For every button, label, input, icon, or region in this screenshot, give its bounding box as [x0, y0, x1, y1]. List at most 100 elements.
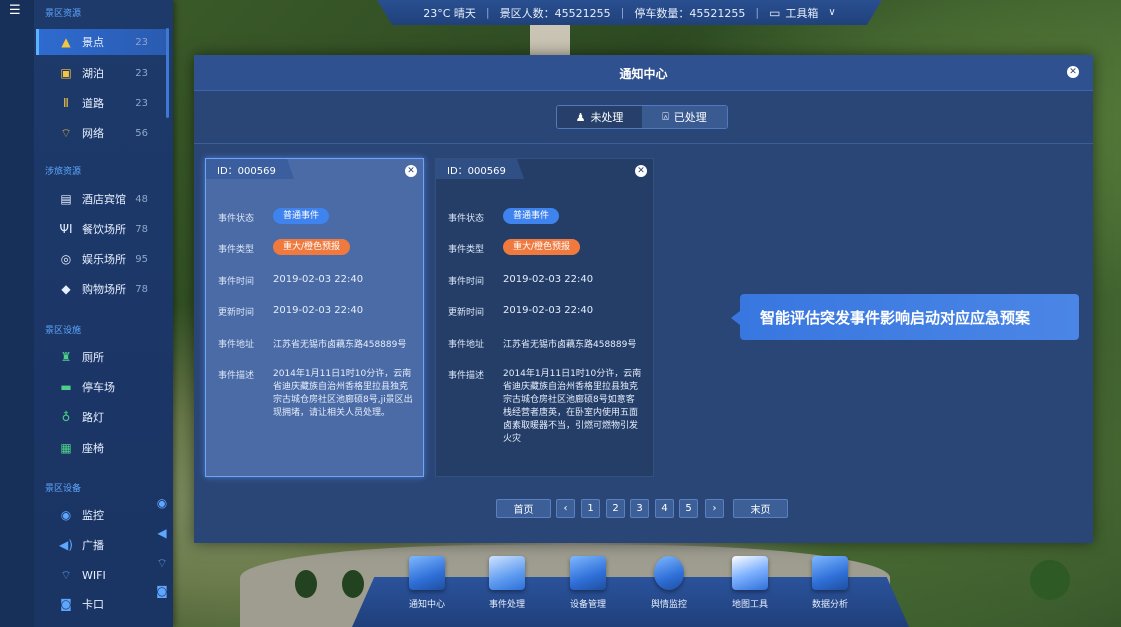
dock-item-event-handling[interactable]: 事件处理 — [477, 556, 537, 610]
separator: | — [485, 6, 490, 19]
wifi-tool-icon[interactable]: ⌔ — [153, 556, 171, 571]
toolbox-dropdown[interactable]: ▭ 工具箱 ∨ — [769, 5, 836, 21]
page-button[interactable]: 3 — [630, 499, 649, 518]
sidebar-item-count: 48 — [135, 193, 148, 205]
first-page-button[interactable]: 首页 — [496, 499, 551, 518]
map-tree — [295, 570, 317, 598]
sidebar-item-count: 23 — [135, 97, 148, 109]
data-analysis-icon — [812, 556, 848, 590]
wifi-icon: ⌔ — [60, 567, 72, 582]
sidebar-item-entertainment[interactable]: ◎ 娱乐场所 95 — [36, 246, 166, 272]
event-address: 江苏省无锡市卤藕东路458889号 — [503, 340, 637, 350]
sidebar-item-label: 监控 — [82, 509, 104, 522]
lake-icon: ▣ — [60, 66, 72, 80]
sidebar-item-label: 停车场 — [82, 381, 115, 394]
description-label: 事件描述 — [218, 371, 255, 381]
status-label: 事件状态 — [218, 214, 255, 224]
status-label: 事件状态 — [448, 214, 485, 224]
sidebar-item-count: 23 — [135, 36, 148, 48]
alarm-bell-icon: ♟ — [575, 110, 586, 124]
parking-icon: ▬ — [60, 380, 72, 394]
modal-title: 通知中心 — [619, 67, 668, 81]
map-tree — [1030, 560, 1070, 600]
event-description: 2014年1月11日1时10分许，云南省迪庆藏族自治州香格里拉县独克宗古城仓房社… — [503, 369, 642, 444]
page-button[interactable]: 5 — [679, 499, 698, 518]
road-icon: Ⅱ — [63, 96, 69, 110]
update-time: 2019-02-03 22:40 — [503, 305, 594, 316]
bench-icon: ▦ — [60, 441, 72, 455]
event-card[interactable]: ID：000569 ✕ 事件状态 普通事件 事件类型 重大/橙色预报 事件时间 201… — [205, 158, 424, 477]
section-title-devices: 景区设备 — [45, 484, 82, 494]
sidebar-item-network[interactable]: ⌔ 网络 56 — [36, 120, 166, 146]
next-page-button[interactable]: › — [705, 499, 724, 518]
notification-center-icon — [409, 556, 445, 590]
sidebar-item-toilets[interactable]: ♜ 厕所 — [36, 344, 166, 370]
dock-item-label: 数据分析 — [811, 600, 848, 610]
sidebar-item-streetlights[interactable]: ♁ 路灯 — [36, 404, 166, 430]
streetlight-icon: ♁ — [61, 410, 71, 424]
parking-count: 停车数量：45521255 — [634, 6, 746, 20]
last-page-button[interactable]: 末页 — [733, 499, 788, 518]
tab-unprocessed[interactable]: ♟ 未处理 — [557, 106, 642, 128]
shopping-icon: ◆ — [61, 282, 71, 296]
checkpoint-icon: ◙ — [60, 597, 72, 611]
section-title-scenic-resources: 景区资源 — [45, 9, 82, 19]
sidebar-item-benches[interactable]: ▦ 座椅 — [36, 435, 166, 461]
top-status-bar: 23°C 晴天 | 景区人数：45521255 | 停车数量：45521255 … — [377, 0, 882, 25]
sidebar-item-hotels[interactable]: ▤ 酒店宾馆 48 — [36, 186, 166, 212]
event-time: 2019-02-03 22:40 — [503, 274, 594, 285]
address-label: 事件地址 — [448, 340, 485, 350]
card-close-icon[interactable]: ✕ — [635, 165, 647, 177]
sidebar-item-shopping[interactable]: ◆ 购物场所 78 — [36, 276, 166, 302]
dock-item-opinion-monitor[interactable]: 舆情监控 — [639, 556, 699, 610]
sidebar-item-label: 厕所 — [82, 351, 104, 364]
mountain-icon: ▲ — [61, 35, 71, 49]
sidebar-item-scenic-spots[interactable]: ▲ 景点 23 — [36, 29, 166, 55]
time-label: 事件时间 — [448, 277, 485, 287]
update-time: 2019-02-03 22:40 — [273, 305, 364, 316]
sidebar-item-label: 路灯 — [82, 411, 104, 424]
sidebar-item-label: 道路 — [82, 97, 104, 110]
speaker-tool-icon[interactable]: ◀ — [153, 526, 171, 540]
modal-close-icon[interactable]: ✕ — [1067, 66, 1079, 78]
sidebar-item-count: 56 — [135, 127, 148, 139]
sidebar-item-surveillance[interactable]: ◉ 监控 — [36, 502, 166, 528]
sidebar-item-lakes[interactable]: ▣ 湖泊 23 — [36, 60, 166, 86]
dock-item-notification-center[interactable]: 通知中心 — [397, 556, 457, 610]
page-button[interactable]: 1 — [581, 499, 600, 518]
dock-item-label: 通知中心 — [408, 600, 445, 610]
separator: | — [755, 6, 760, 19]
hamburger-menu-icon[interactable]: ☰ — [9, 4, 21, 17]
toilet-icon: ♜ — [60, 350, 72, 364]
event-id-tag: ID：000569 — [206, 159, 294, 179]
sidebar-item-broadcast[interactable]: ◀) 广播 — [36, 532, 166, 558]
dock-item-data-analysis[interactable]: 数据分析 — [800, 556, 860, 610]
page-button[interactable]: 2 — [606, 499, 625, 518]
wifi-icon: ⌔ — [60, 125, 72, 140]
sidebar: ☰ 景区资源 ▲ 景点 23 ▣ 湖泊 23 Ⅱ 道路 23 ⌔ 网络 56 涉… — [0, 0, 173, 627]
prev-page-button[interactable]: ‹ — [556, 499, 575, 518]
sidebar-item-wifi[interactable]: ⌔ WIFI — [36, 562, 166, 588]
sidebar-item-dining[interactable]: ΨΙ 餐饮场所 78 — [36, 216, 166, 242]
sidebar-item-roads[interactable]: Ⅱ 道路 23 — [36, 90, 166, 116]
visitor-count: 景区人数：45521255 — [499, 6, 611, 20]
separator: | — [620, 6, 625, 19]
dock-item-map-tools[interactable]: 地图工具 — [720, 556, 780, 610]
update-label: 更新时间 — [448, 308, 485, 318]
dock-item-device-management[interactable]: 设备管理 — [558, 556, 618, 610]
bell-icon: ⍓ — [662, 110, 669, 123]
address-label: 事件地址 — [218, 340, 255, 350]
map-tree — [342, 570, 364, 598]
camera-tool-icon[interactable]: ◉ — [153, 496, 171, 510]
page-button[interactable]: 4 — [655, 499, 674, 518]
checkpoint-tool-icon[interactable]: ◙ — [153, 584, 171, 598]
tab-processed[interactable]: ⍓ 已处理 — [642, 106, 727, 128]
event-card[interactable]: ID：000569 ✕ 事件状态 普通事件 事件类型 重大/橙色预报 事件时间 201… — [435, 158, 654, 477]
sidebar-item-label: 湖泊 — [82, 67, 104, 80]
sidebar-item-checkpoint[interactable]: ◙ 卡口 — [36, 591, 166, 617]
sidebar-item-parking[interactable]: ▬ 停车场 — [36, 374, 166, 400]
dock-item-label: 地图工具 — [731, 600, 768, 610]
sidebar-scrollbar[interactable] — [166, 28, 169, 118]
card-close-icon[interactable]: ✕ — [405, 165, 417, 177]
hotel-icon: ▤ — [60, 192, 72, 206]
